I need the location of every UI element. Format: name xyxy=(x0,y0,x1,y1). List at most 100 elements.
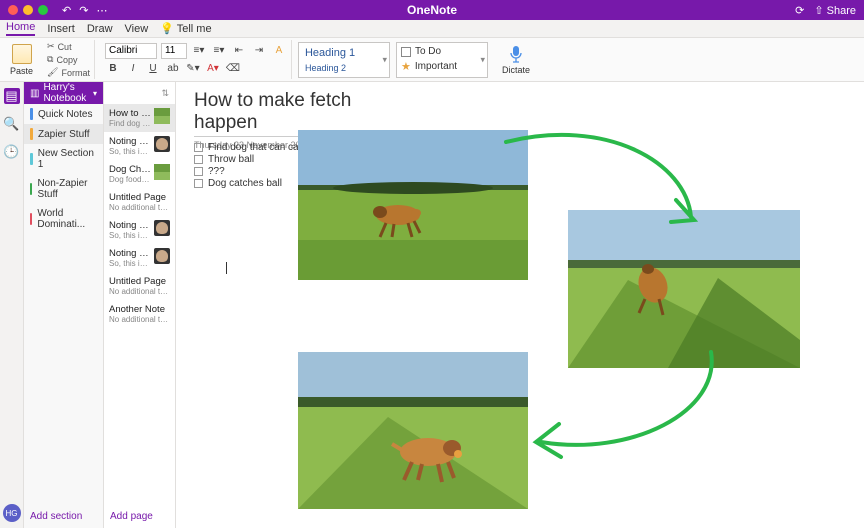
bold-button[interactable]: B xyxy=(105,61,121,77)
add-page-button[interactable]: Add page xyxy=(104,505,175,528)
page-preview-label: Find dog that... xyxy=(109,119,151,128)
inserted-image-2[interactable] xyxy=(568,210,800,368)
tags-gallery[interactable]: To Do ★Important ▾ xyxy=(396,42,488,78)
main-area: ▤ 🔍 🕒 HG ▥ Harry's Notebook ▾ Quick Note… xyxy=(0,82,864,528)
more-icon[interactable]: ⋯ xyxy=(96,4,107,17)
copy-button[interactable]: ⧉ Copy xyxy=(47,54,90,65)
user-avatar[interactable]: HG xyxy=(3,504,21,522)
italic-button[interactable]: I xyxy=(125,61,141,77)
page-title-label: Noting Im... xyxy=(109,220,151,231)
section-item[interactable]: Zapier Stuff xyxy=(24,124,103,144)
page-item[interactable]: Untitled PageNo additional text xyxy=(104,188,175,216)
inserted-image-3[interactable] xyxy=(298,352,528,509)
sort-icon[interactable]: ⇅ xyxy=(161,88,169,99)
page-preview-label: No additional text xyxy=(109,287,170,296)
section-item[interactable]: Non-Zapier Stuff xyxy=(24,174,103,204)
section-label: Non-Zapier Stuff xyxy=(37,178,97,200)
menu-insert[interactable]: Insert xyxy=(47,23,75,35)
page-title-label: Untitled Page xyxy=(109,276,170,287)
page-item[interactable]: Noting Imp...So, this is a s... xyxy=(104,132,175,160)
todo-text: Dog catches ball xyxy=(208,178,282,189)
notebook-selector[interactable]: ▥ Harry's Notebook ▾ xyxy=(24,82,103,104)
highlight-button[interactable]: ✎▾ xyxy=(185,61,201,77)
page-item[interactable]: Dog Christ...Dog food Fa... xyxy=(104,160,175,188)
styles-icon[interactable]: A xyxy=(271,43,287,59)
section-color-icon xyxy=(30,153,33,165)
page-preview-label: So, this is a s... xyxy=(109,231,151,240)
add-section-button[interactable]: Add section xyxy=(24,505,103,528)
left-rail: ▤ 🔍 🕒 HG xyxy=(0,82,24,528)
page-title-label: Noting Im... xyxy=(109,248,151,259)
notebooks-icon[interactable]: ▤ xyxy=(4,88,20,104)
styles-gallery[interactable]: Heading 1 Heading 2 ▾ xyxy=(298,42,390,78)
page-title-label: Noting Imp... xyxy=(109,136,151,147)
cut-button[interactable]: ✂ Cut xyxy=(47,41,90,52)
section-item[interactable]: World Dominati... xyxy=(24,204,103,234)
bullets-icon[interactable]: ≡▾ xyxy=(191,43,207,59)
section-label: New Section 1 xyxy=(38,148,97,170)
section-label: World Dominati... xyxy=(37,208,97,230)
page-title-label: How to ma... xyxy=(109,108,151,119)
close-window[interactable] xyxy=(8,5,18,15)
font-size-select[interactable] xyxy=(161,43,187,59)
page-title-label: Untitled Page xyxy=(109,192,170,203)
page-preview-label: No additional text xyxy=(109,315,170,324)
minimize-window[interactable] xyxy=(23,5,33,15)
page-thumbnail xyxy=(154,248,170,264)
underline-button[interactable]: U xyxy=(145,61,161,77)
page-item[interactable]: Another NoteNo additional text xyxy=(104,300,175,328)
outdent-icon[interactable]: ⇤ xyxy=(231,43,247,59)
note-canvas[interactable]: How to make fetch happen Thursday 23 Nov… xyxy=(176,82,864,528)
page-item[interactable]: How to ma...Find dog that... xyxy=(104,104,175,132)
format-painter-button[interactable]: 🖌 Format xyxy=(47,67,90,78)
menu-draw[interactable]: Draw xyxy=(87,23,113,35)
page-item[interactable]: Noting Im...So, this is a s... xyxy=(104,244,175,272)
strike-button[interactable]: ab xyxy=(165,61,181,77)
checkbox-icon[interactable] xyxy=(194,143,203,152)
recent-icon[interactable]: 🕒 xyxy=(4,144,20,160)
dictate-button[interactable]: Dictate xyxy=(502,45,530,75)
todo-text: ??? xyxy=(208,166,225,177)
inserted-image-1[interactable] xyxy=(298,130,528,280)
pages-panel: ⇅ How to ma...Find dog that...Noting Imp… xyxy=(104,82,176,528)
share-button[interactable]: ⇧ Share xyxy=(814,4,856,17)
undo-icon[interactable]: ↶ xyxy=(62,4,71,17)
checkbox-icon[interactable] xyxy=(194,179,203,188)
chevron-down-icon[interactable]: ▾ xyxy=(480,54,485,65)
menu-home[interactable]: Home xyxy=(6,21,35,36)
checkbox-icon[interactable] xyxy=(194,167,203,176)
page-thumbnail xyxy=(154,220,170,236)
section-color-icon xyxy=(30,213,32,225)
section-item[interactable]: New Section 1 xyxy=(24,144,103,174)
clear-format-button[interactable]: ⌫ xyxy=(225,61,241,77)
font-select[interactable] xyxy=(105,43,157,59)
text-cursor xyxy=(226,262,227,274)
section-item[interactable]: Quick Notes xyxy=(24,104,103,124)
font-color-button[interactable]: A▾ xyxy=(205,61,221,77)
maximize-window[interactable] xyxy=(38,5,48,15)
indent-icon[interactable]: ⇥ xyxy=(251,43,267,59)
section-color-icon xyxy=(30,183,32,195)
numbering-icon[interactable]: ≡▾ xyxy=(211,43,227,59)
app-title: OneNote xyxy=(407,3,457,17)
page-thumbnail xyxy=(154,164,170,180)
page-title-label: Dog Christ... xyxy=(109,164,151,175)
page-preview-label: So, this is a s... xyxy=(109,147,151,156)
page-item[interactable]: Noting Im...So, this is a s... xyxy=(104,216,175,244)
chevron-down-icon[interactable]: ▾ xyxy=(382,54,387,65)
section-color-icon xyxy=(30,108,33,120)
sync-icon[interactable]: ⟳ xyxy=(795,4,804,17)
page-thumbnail xyxy=(154,108,170,124)
page-item[interactable]: Untitled PageNo additional text xyxy=(104,272,175,300)
window-controls xyxy=(8,5,48,15)
page-title-label: Another Note xyxy=(109,304,170,315)
page-preview-label: No additional text xyxy=(109,203,170,212)
redo-icon[interactable]: ↷ xyxy=(79,4,88,17)
menu-bar: Home Insert Draw View 💡 Tell me xyxy=(0,20,864,38)
section-label: Quick Notes xyxy=(38,109,92,120)
paste-button[interactable]: Paste xyxy=(6,44,37,76)
checkbox-icon[interactable] xyxy=(194,155,203,164)
menu-view[interactable]: View xyxy=(125,23,149,35)
menu-tellme[interactable]: 💡 Tell me xyxy=(160,22,211,35)
search-icon[interactable]: 🔍 xyxy=(4,116,20,132)
